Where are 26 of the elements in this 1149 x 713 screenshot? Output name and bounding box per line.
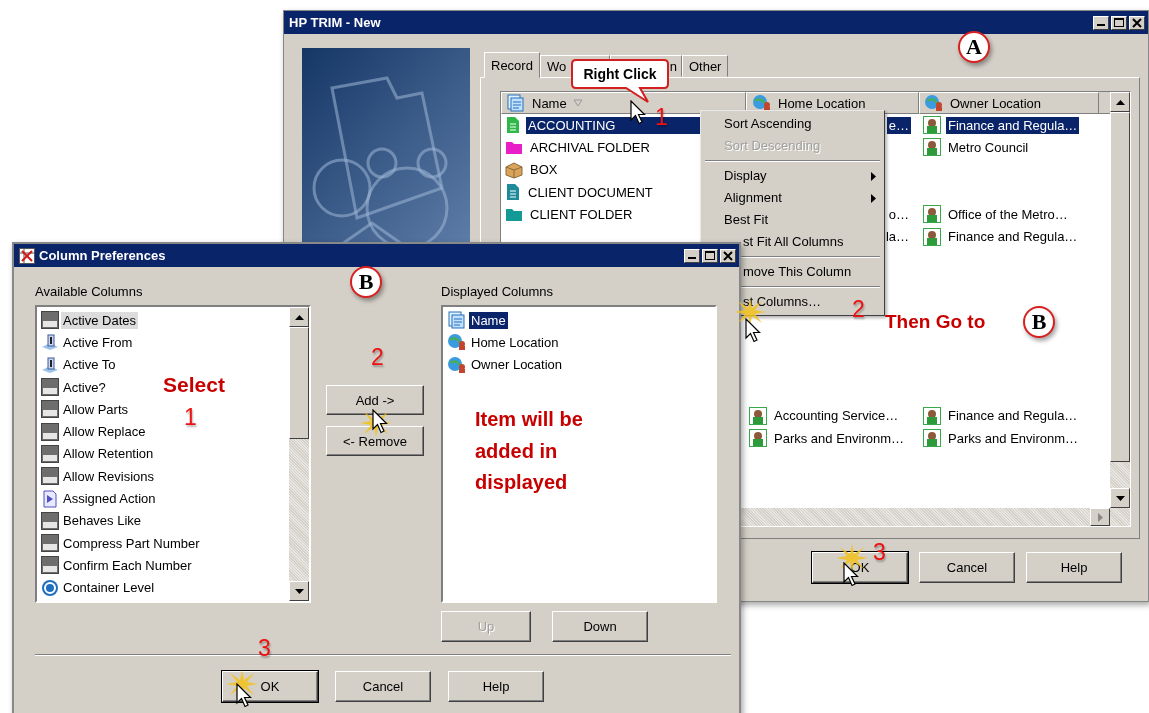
table-cell-text: BOX: [529, 161, 559, 179]
window-title: HP TRIM - New: [289, 15, 382, 30]
table-cell-text: Metro Council: [947, 138, 1030, 156]
table-cell-text: o…: [887, 205, 910, 223]
table-cell: Finance and Regula…: [946, 116, 1080, 134]
instruction-text: Item will be added in displayed: [475, 407, 584, 495]
step-number: 2: [371, 344, 384, 371]
table-cell-text: Finance and Regula…: [947, 228, 1079, 246]
step-number: 1: [184, 404, 197, 431]
table-cell-text: Office of the Metro…: [947, 205, 1069, 223]
instruction-text: Then Go to: [885, 311, 986, 333]
right-click-tooltip: Right Click: [570, 58, 670, 104]
table-cell-text: Parks and Environm…: [773, 429, 906, 447]
table-cell-text: CLIENT FOLDER: [529, 205, 634, 223]
table-cell-text: CLIENT DOCUMENT: [527, 183, 654, 201]
table-cell-text: Finance and Regula…: [947, 407, 1079, 425]
table-cell-text: la…: [884, 228, 910, 246]
window-title: Column Preferences: [39, 248, 167, 263]
list-label: Displayed Columns: [441, 284, 554, 300]
table-cell: e…: [886, 116, 911, 134]
list-label: Available Columns: [35, 284, 144, 300]
table-cell-text: Accounting Service…: [773, 407, 900, 425]
instruction-text: Select: [163, 373, 225, 397]
table-cell-text: ARCHIVAL FOLDER: [529, 138, 651, 156]
step-number: 3: [258, 635, 271, 662]
table-cell-text: Parks and Environm…: [947, 429, 1080, 447]
